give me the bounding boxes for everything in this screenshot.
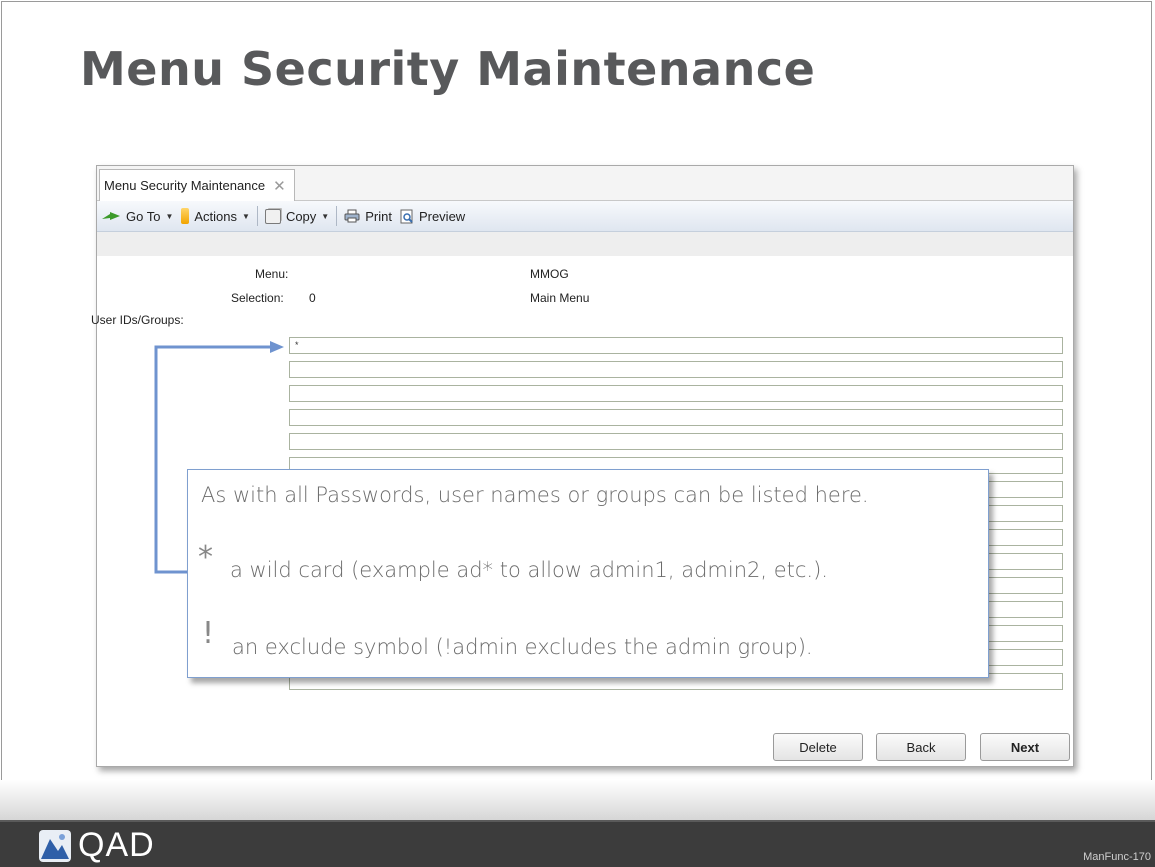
user-id-field[interactable] <box>289 433 1063 450</box>
preview-icon <box>400 209 413 223</box>
next-button[interactable]: Next <box>980 733 1070 761</box>
menu-value: MMOG <box>530 267 569 281</box>
footer-fade <box>0 780 1155 820</box>
user-ids-groups-label: User IDs/Groups: <box>91 313 184 327</box>
copy-button[interactable]: Copy ▼ <box>261 204 333 228</box>
toolbar: Go To ▼ Actions ▼ Copy ▼ Print Preview <box>97 201 1073 232</box>
copy-icon <box>264 208 281 224</box>
exclude-symbol: ! <box>202 616 215 651</box>
print-label: Print <box>365 208 392 224</box>
actions-label: Actions <box>194 208 238 224</box>
actions-button[interactable]: Actions ▼ <box>177 204 254 228</box>
goto-label: Go To <box>126 208 161 224</box>
selection-description: Main Menu <box>530 291 590 305</box>
menu-label: Menu: <box>255 267 289 281</box>
slide-title: Menu Security Maintenance <box>80 42 816 96</box>
tab-label: Menu Security Maintenance <box>104 178 266 193</box>
close-icon[interactable]: ✕ <box>273 177 286 195</box>
callout-line-exclude: an exclude symbol (!admin excludes the a… <box>232 635 813 659</box>
slide-code: ManFunc-170 <box>1083 851 1151 863</box>
chevron-down-icon: ▼ <box>242 211 250 221</box>
header-band <box>97 232 1073 256</box>
tab-strip: Menu Security Maintenance ✕ <box>97 166 1073 201</box>
print-button[interactable]: Print <box>340 204 396 228</box>
qad-logo-icon <box>39 829 71 862</box>
callout-line-wildcard: a wild card (example ad* to allow admin1… <box>230 558 828 582</box>
chevron-down-icon: ▼ <box>321 211 330 221</box>
user-id-field[interactable]: * <box>289 337 1063 354</box>
back-button[interactable]: Back <box>876 733 966 761</box>
lightning-icon <box>181 208 190 224</box>
toolbar-separator <box>336 206 338 226</box>
selection-value: 0 <box>309 291 316 305</box>
callout-line-passwords: As with all Passwords, user names or gro… <box>201 483 869 507</box>
user-id-field[interactable] <box>289 361 1063 378</box>
callout-box: As with all Passwords, user names or gro… <box>187 469 989 678</box>
user-id-field[interactable] <box>289 385 1063 402</box>
footer-bar <box>0 820 1155 867</box>
user-id-field[interactable] <box>289 409 1063 426</box>
copy-label: Copy <box>285 208 317 224</box>
chevron-down-icon: ▼ <box>165 211 174 221</box>
selection-label: Selection: <box>231 291 284 305</box>
goto-button[interactable]: Go To ▼ <box>97 204 177 228</box>
wildcard-symbol: * <box>198 540 213 575</box>
delete-button[interactable]: Delete <box>773 733 863 761</box>
qad-logo: QAD <box>38 826 155 865</box>
preview-label: Preview <box>418 208 466 224</box>
preview-button[interactable]: Preview <box>396 204 469 228</box>
tab-menu-security-maintenance[interactable]: Menu Security Maintenance ✕ <box>99 169 295 201</box>
logo-text: QAD <box>78 826 155 864</box>
goto-arrow-icon <box>102 212 120 220</box>
printer-icon <box>344 209 360 223</box>
toolbar-separator <box>256 206 258 226</box>
